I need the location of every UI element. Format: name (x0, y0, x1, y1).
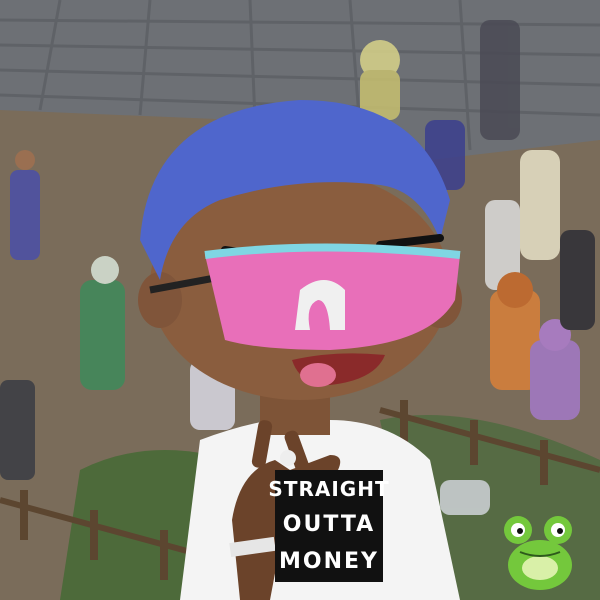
shirt-line-1: STRAIGHT (268, 477, 390, 502)
shirt-line-3: MONEY (279, 548, 379, 574)
meme-image: STRAIGHT OUTTA MONEY (0, 0, 600, 600)
shirt-line-2: OUTTA (282, 511, 376, 537)
ring-icon (280, 450, 296, 466)
shirt-print: STRAIGHT OUTTA MONEY (268, 470, 389, 582)
